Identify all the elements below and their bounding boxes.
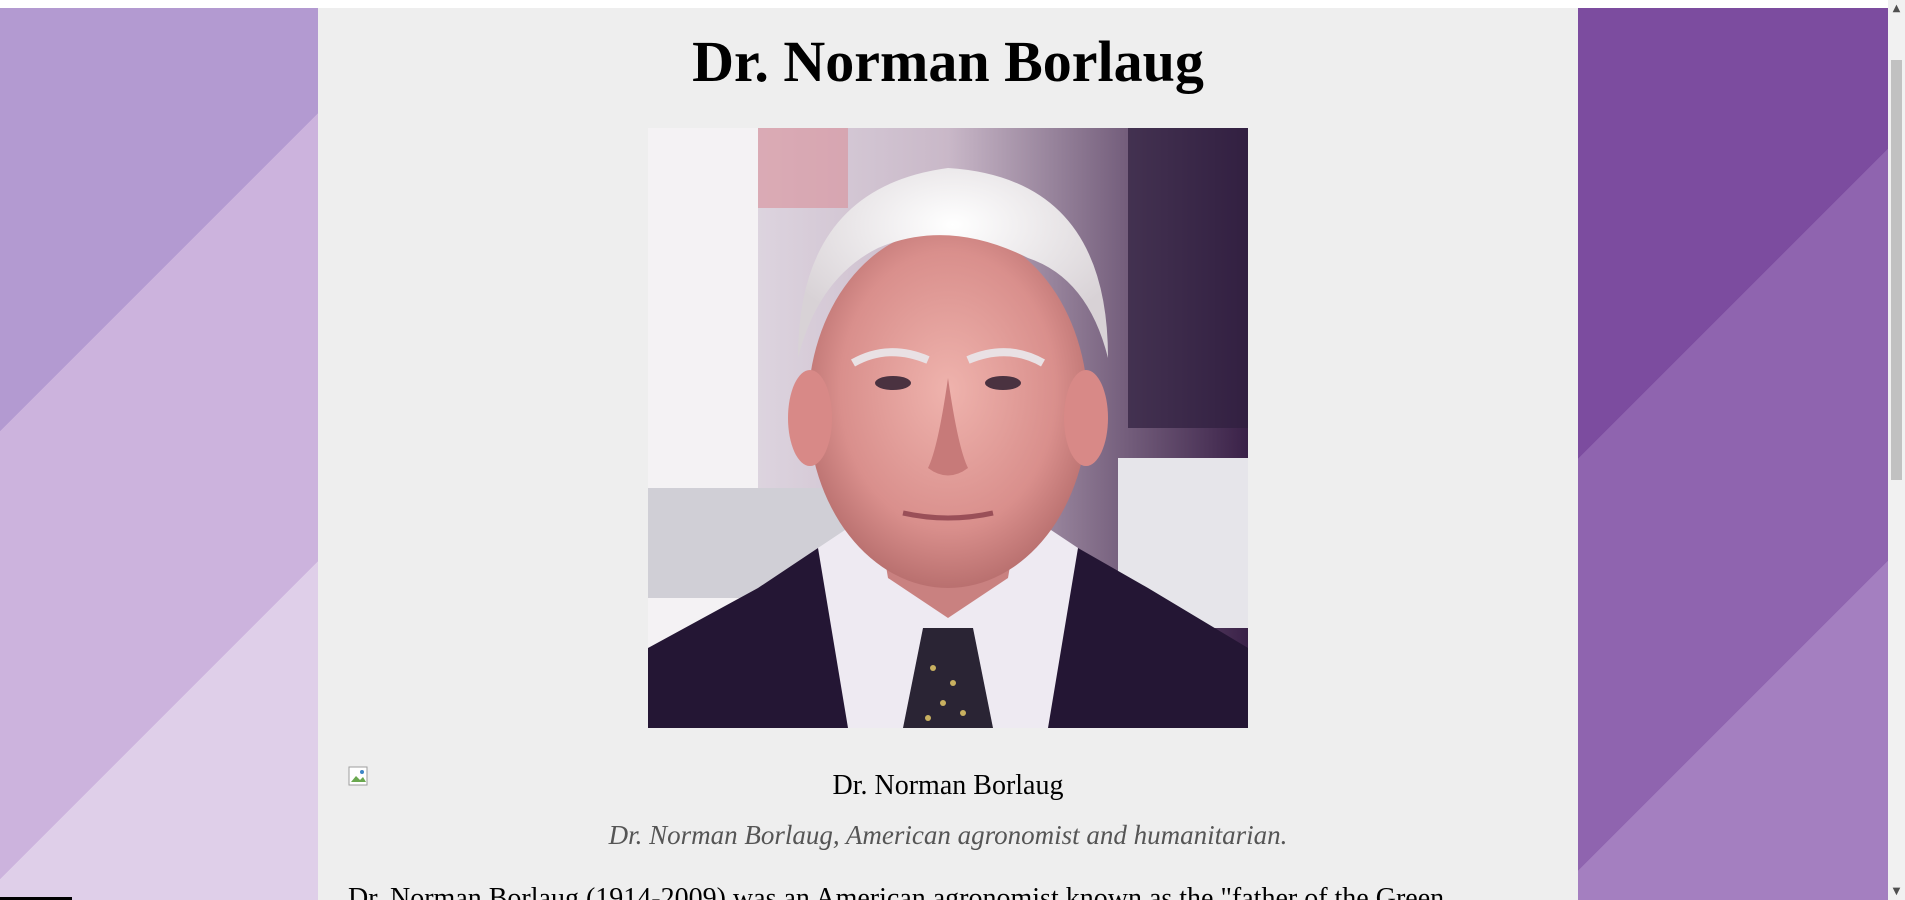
image-caption-label: Dr. Norman Borlaug: [832, 770, 1064, 801]
image-subcaption: Dr. Norman Borlaug, American agronomist …: [608, 820, 1288, 850]
chevron-down-icon[interactable]: ▼: [1888, 883, 1905, 900]
portrait-photo-svg: [648, 128, 1248, 728]
intro-paragraph: Dr. Norman Borlaug (1914-2009) was an Am…: [348, 883, 1445, 900]
background-left-panel: [0, 8, 318, 900]
vertical-scrollbar[interactable]: ▲ ▼: [1888, 0, 1905, 900]
portrait-photo: [648, 128, 1248, 728]
page-title: Dr. Norman Borlaug: [692, 29, 1204, 94]
scrollbar-thumb[interactable]: [1891, 60, 1902, 480]
background-right-panel: [1568, 8, 1888, 900]
chevron-up-icon[interactable]: ▲: [1888, 0, 1905, 17]
page-viewport: Dr. Norman Borlaug Dr. Norman Borlaug Dr…: [0, 8, 1888, 900]
main-content: Dr. Norman Borlaug Dr. Norman Borlaug Dr…: [318, 8, 1578, 900]
